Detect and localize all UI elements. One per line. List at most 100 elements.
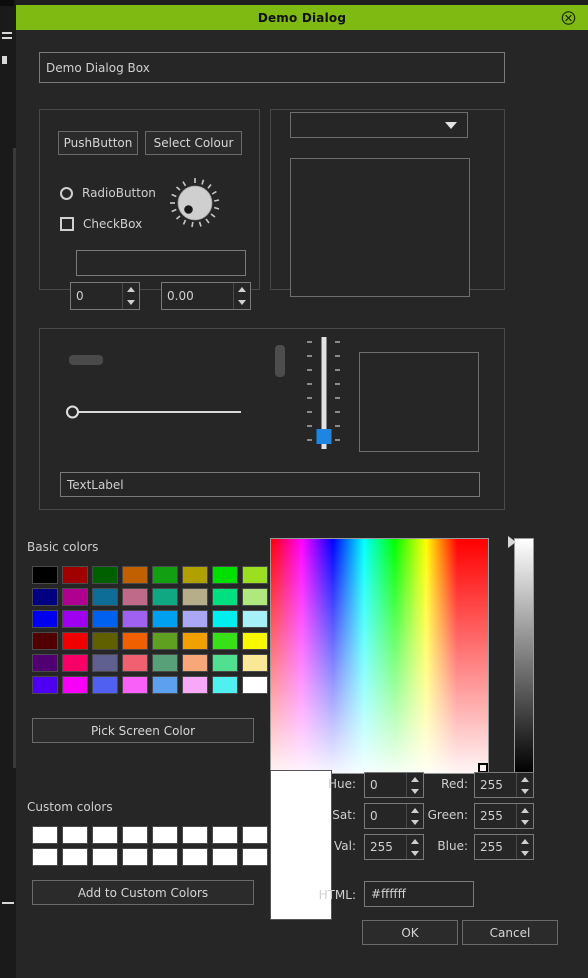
- spin-down-icon[interactable]: [517, 847, 533, 859]
- basic-color-swatch[interactable]: [62, 588, 88, 606]
- green-spinbox[interactable]: 255: [474, 803, 534, 829]
- basic-color-swatch[interactable]: [122, 588, 148, 606]
- basic-color-swatch[interactable]: [62, 676, 88, 694]
- value-slider-arrow-icon[interactable]: [508, 536, 516, 548]
- custom-color-swatch[interactable]: [122, 826, 148, 844]
- chevron-down-icon[interactable]: [445, 121, 457, 129]
- list-view[interactable]: [290, 158, 470, 297]
- basic-color-swatch[interactable]: [122, 610, 148, 628]
- custom-color-swatch[interactable]: [182, 848, 208, 866]
- basic-color-swatch[interactable]: [32, 654, 58, 672]
- pick-screen-color-button[interactable]: Pick Screen Color: [32, 718, 254, 743]
- red-spinbox[interactable]: 255: [474, 772, 534, 798]
- basic-color-swatch[interactable]: [212, 654, 238, 672]
- basic-color-swatch[interactable]: [32, 566, 58, 584]
- basic-color-swatch[interactable]: [122, 632, 148, 650]
- ok-button[interactable]: OK: [362, 920, 458, 945]
- basic-color-swatch[interactable]: [32, 588, 58, 606]
- basic-color-swatch[interactable]: [32, 610, 58, 628]
- basic-color-swatch[interactable]: [32, 676, 58, 694]
- add-to-custom-colors-button[interactable]: Add to Custom Colors: [32, 880, 254, 905]
- val-spinbox[interactable]: 255: [364, 834, 424, 860]
- green-spinbox-arrows[interactable]: [516, 804, 533, 828]
- integer-spinbox[interactable]: 0: [70, 282, 140, 310]
- basic-color-swatch[interactable]: [92, 632, 118, 650]
- basic-color-swatch[interactable]: [182, 676, 208, 694]
- custom-color-swatch[interactable]: [152, 848, 178, 866]
- vertical-scrollbar-handle[interactable]: [275, 345, 285, 377]
- basic-color-swatch[interactable]: [122, 566, 148, 584]
- basic-color-swatch[interactable]: [152, 588, 178, 606]
- basic-color-swatch[interactable]: [152, 610, 178, 628]
- red-spinbox-arrows[interactable]: [516, 773, 533, 797]
- basic-color-swatch[interactable]: [182, 610, 208, 628]
- basic-color-swatch[interactable]: [212, 588, 238, 606]
- basic-color-swatch[interactable]: [92, 610, 118, 628]
- demo-dialog-box-input[interactable]: Demo Dialog Box: [39, 52, 505, 83]
- custom-color-swatch[interactable]: [212, 848, 238, 866]
- spin-down-icon[interactable]: [234, 296, 250, 309]
- basic-color-swatch[interactable]: [152, 566, 178, 584]
- basic-color-swatch[interactable]: [242, 632, 268, 650]
- text-label-input[interactable]: TextLabel: [60, 472, 480, 497]
- basic-color-swatch[interactable]: [92, 676, 118, 694]
- basic-colors-grid[interactable]: [32, 566, 268, 694]
- basic-color-swatch[interactable]: [62, 632, 88, 650]
- value-slider-bar[interactable]: [514, 538, 534, 774]
- custom-color-swatch[interactable]: [92, 826, 118, 844]
- spin-down-icon[interactable]: [123, 296, 139, 309]
- radio-button-option[interactable]: RadioButton: [60, 186, 156, 200]
- hue-spinbox[interactable]: 0: [364, 772, 424, 798]
- spin-up-icon[interactable]: [517, 835, 533, 847]
- spin-up-icon[interactable]: [517, 773, 533, 785]
- basic-color-swatch[interactable]: [92, 566, 118, 584]
- custom-color-swatch[interactable]: [62, 826, 88, 844]
- horizontal-slider[interactable]: [66, 403, 241, 421]
- double-spinbox-arrows[interactable]: [233, 283, 250, 309]
- horizontal-slider-handle[interactable]: [66, 405, 79, 419]
- double-spinbox[interactable]: 0.00: [161, 282, 251, 310]
- value-slider[interactable]: [508, 536, 536, 774]
- vertical-slider[interactable]: [307, 337, 340, 449]
- custom-color-swatch[interactable]: [242, 826, 268, 844]
- basic-color-swatch[interactable]: [212, 566, 238, 584]
- saturation-value-picker[interactable]: [270, 538, 489, 774]
- basic-color-swatch[interactable]: [182, 566, 208, 584]
- select-colour-button[interactable]: Select Colour: [145, 131, 242, 155]
- basic-color-swatch[interactable]: [212, 632, 238, 650]
- basic-color-swatch[interactable]: [152, 632, 178, 650]
- custom-color-swatch[interactable]: [212, 826, 238, 844]
- basic-color-swatch[interactable]: [92, 588, 118, 606]
- basic-color-swatch[interactable]: [122, 654, 148, 672]
- basic-color-swatch[interactable]: [242, 676, 268, 694]
- spin-up-icon[interactable]: [517, 804, 533, 816]
- close-circle-icon[interactable]: [561, 10, 576, 25]
- combo-box[interactable]: [290, 112, 468, 138]
- blue-spinbox-arrows[interactable]: [516, 835, 533, 859]
- basic-color-swatch[interactable]: [212, 610, 238, 628]
- basic-color-swatch[interactable]: [182, 632, 208, 650]
- push-button[interactable]: PushButton: [58, 131, 138, 155]
- basic-color-swatch[interactable]: [122, 676, 148, 694]
- custom-color-swatch[interactable]: [62, 848, 88, 866]
- custom-color-swatch[interactable]: [32, 848, 58, 866]
- basic-color-swatch[interactable]: [242, 588, 268, 606]
- basic-color-swatch[interactable]: [62, 566, 88, 584]
- check-box-option[interactable]: CheckBox: [60, 217, 142, 231]
- basic-color-swatch[interactable]: [152, 676, 178, 694]
- basic-color-swatch[interactable]: [152, 654, 178, 672]
- basic-color-swatch[interactable]: [242, 610, 268, 628]
- spin-up-icon[interactable]: [234, 283, 250, 296]
- basic-color-swatch[interactable]: [62, 654, 88, 672]
- basic-color-swatch[interactable]: [92, 654, 118, 672]
- basic-color-swatch[interactable]: [32, 632, 58, 650]
- basic-color-swatch[interactable]: [212, 676, 238, 694]
- custom-color-swatch[interactable]: [152, 826, 178, 844]
- dial-knob-icon[interactable]: [168, 176, 222, 230]
- html-color-input[interactable]: #ffffff: [364, 881, 474, 907]
- custom-color-swatch[interactable]: [242, 848, 268, 866]
- custom-color-swatch[interactable]: [182, 826, 208, 844]
- blue-spinbox[interactable]: 255: [474, 834, 534, 860]
- basic-color-swatch[interactable]: [62, 610, 88, 628]
- cancel-button[interactable]: Cancel: [462, 920, 558, 945]
